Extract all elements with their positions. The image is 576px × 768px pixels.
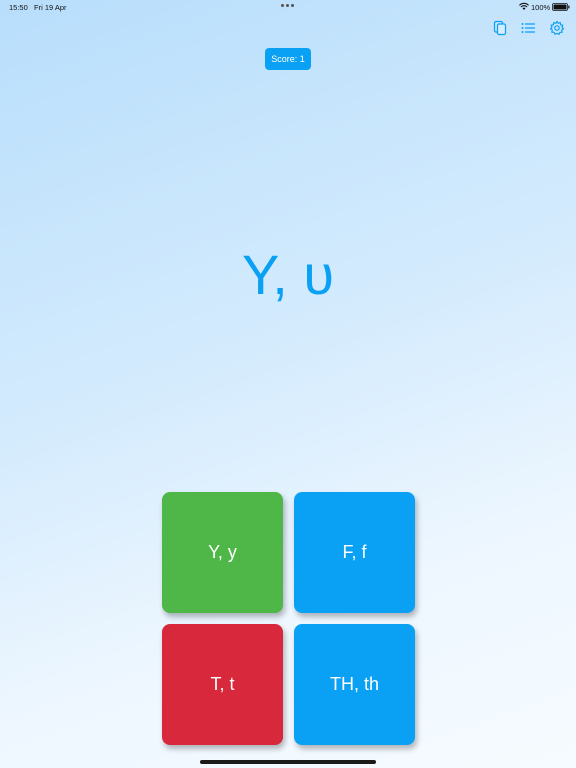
status-date: Fri 19 Apr xyxy=(34,3,67,12)
gear-icon[interactable] xyxy=(549,20,565,36)
answer-button-3[interactable]: T, t xyxy=(162,624,283,745)
status-bar: 15:50 Fri 19 Apr 100% xyxy=(0,0,576,14)
answer-label: F, f xyxy=(342,542,367,562)
home-indicator[interactable] xyxy=(200,760,376,764)
score-badge: Score: 1 xyxy=(265,48,311,70)
battery-percent: 100% xyxy=(531,3,551,12)
answer-label: TH, th xyxy=(329,674,379,694)
prompt-letter: Υ, υ xyxy=(242,243,334,306)
answer-button-2[interactable]: F, f xyxy=(294,492,415,613)
cards-icon[interactable] xyxy=(492,20,508,36)
battery-icon xyxy=(552,3,570,11)
status-time: 15:50 xyxy=(9,3,28,12)
answer-label: Y, y xyxy=(208,542,237,562)
list-icon[interactable] xyxy=(520,20,536,36)
answer-button-1[interactable]: Y, y xyxy=(162,492,283,613)
answer-button-4[interactable]: TH, th xyxy=(294,624,415,745)
answer-label: T, t xyxy=(210,674,235,694)
multitasking-dots-icon[interactable] xyxy=(281,4,294,7)
wifi-icon xyxy=(519,2,529,10)
